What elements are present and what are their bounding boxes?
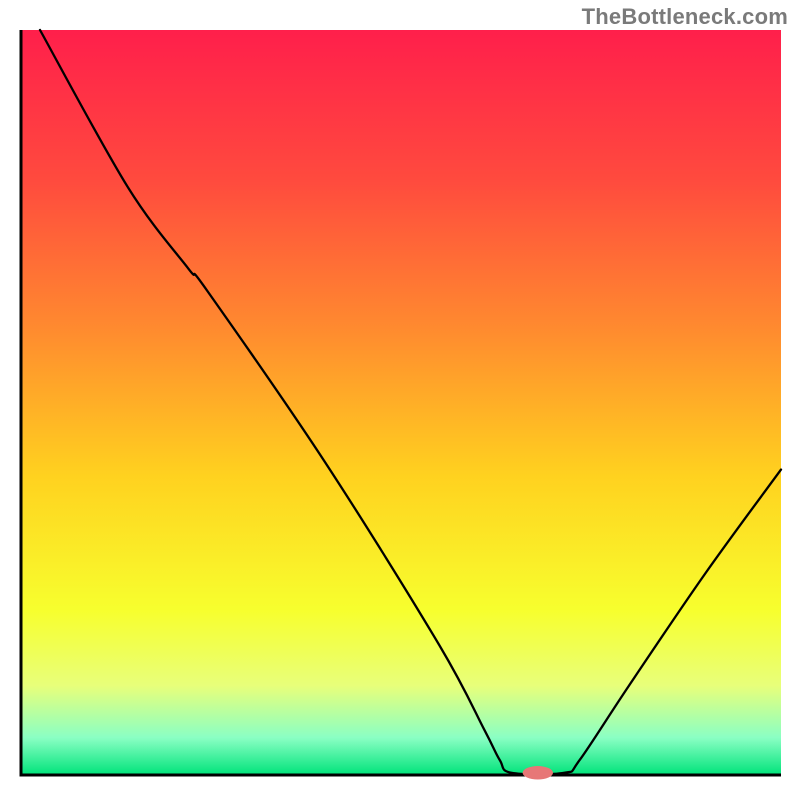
plot-background [21,30,781,775]
optimum-marker [523,766,553,779]
bottleneck-chart [0,0,800,800]
chart-stage: TheBottleneck.com [0,0,800,800]
